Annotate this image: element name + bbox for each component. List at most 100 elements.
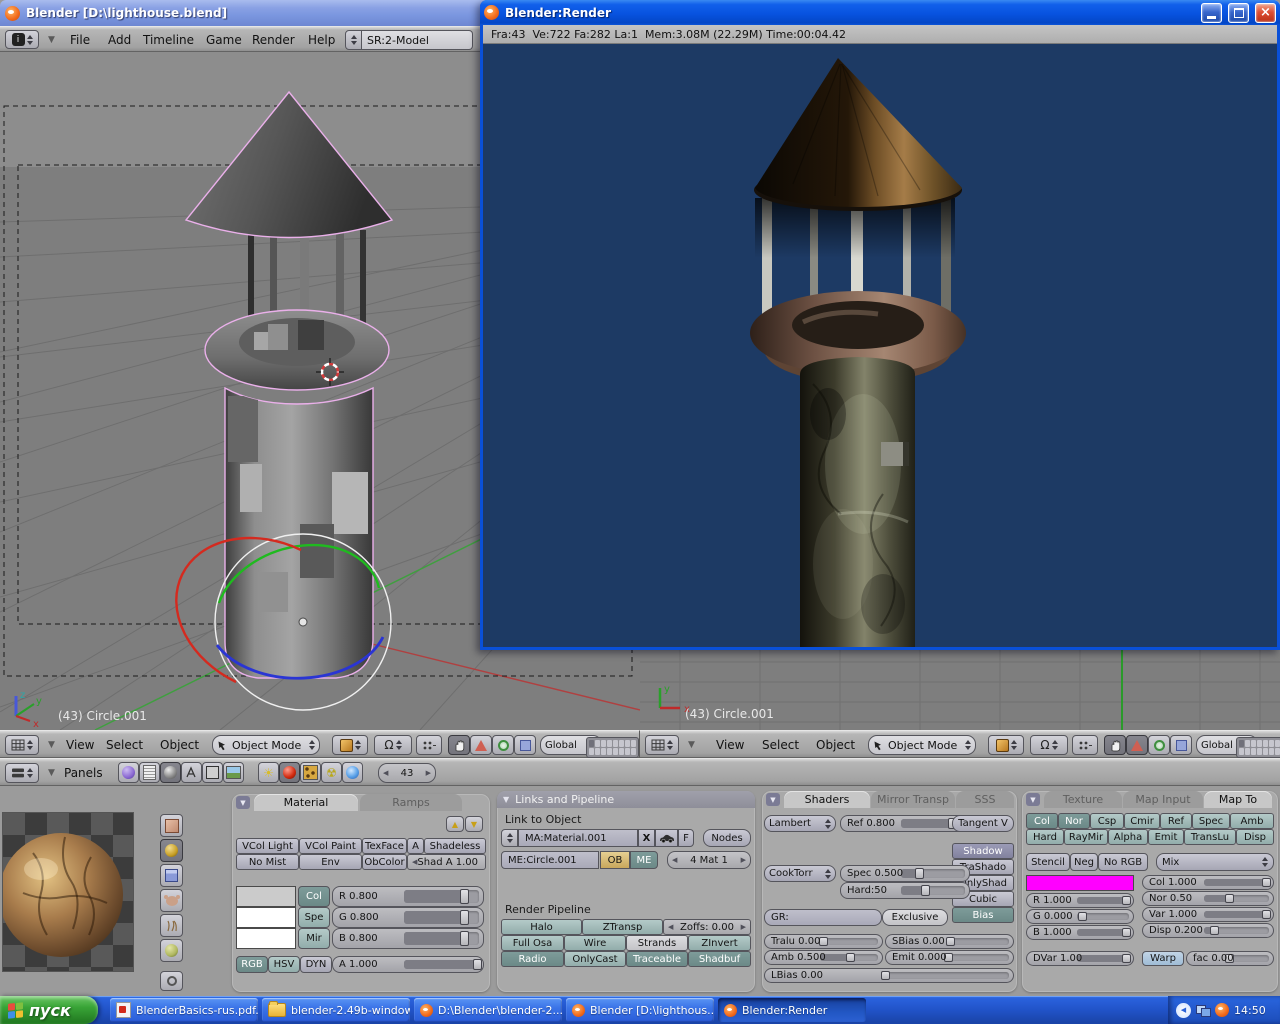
menu-render[interactable]: Render <box>252 33 295 47</box>
inc-icon[interactable]: ▶ <box>741 923 746 931</box>
header-collapse-icon[interactable]: ▼ <box>48 768 55 778</box>
layers-widget[interactable] <box>586 737 639 758</box>
slider-track[interactable] <box>901 886 965 895</box>
panel-collapse-icon[interactable]: ▼ <box>236 796 250 809</box>
map-ref-button[interactable]: Ref <box>1160 813 1192 829</box>
slider-track[interactable] <box>1077 897 1129 904</box>
editor-type-button[interactable] <box>645 735 679 755</box>
dyn-button[interactable]: DYN <box>300 956 332 973</box>
map-spec-button[interactable]: Spec <box>1192 813 1230 829</box>
preview-flat-button[interactable] <box>160 814 183 837</box>
viewport-3d-right[interactable]: y x (43) Circle.001 <box>640 650 1280 730</box>
draw-mode-button[interactable] <box>332 735 368 755</box>
slider-r[interactable]: R 0.800 <box>332 886 484 907</box>
texture-color-swatch[interactable] <box>1026 875 1134 891</box>
me-button[interactable]: ME <box>630 851 658 869</box>
tab-mirror-transp[interactable]: Mirror Transp <box>871 791 955 808</box>
slider-track[interactable] <box>901 869 965 878</box>
strands-button[interactable]: Strands <box>626 935 688 951</box>
mode-dropdown[interactable]: Object Mode <box>212 735 320 755</box>
preview-monkey-button[interactable] <box>160 889 183 912</box>
sub-world-button[interactable] <box>342 762 363 783</box>
context-editing-button[interactable] <box>202 762 223 783</box>
network-icon[interactable] <box>1196 1005 1210 1016</box>
layers-widget[interactable] <box>1236 737 1280 758</box>
preview-osa-button[interactable] <box>160 971 183 991</box>
panel-collapse-icon[interactable]: ▼ <box>503 795 509 804</box>
start-button[interactable]: пуск <box>0 996 98 1024</box>
tab-texture[interactable]: Texture <box>1044 791 1122 808</box>
sub-material-button[interactable] <box>279 762 300 783</box>
menu-timeline[interactable]: Timeline <box>143 33 194 47</box>
map-nor-slider[interactable]: Nor 0.50 <box>1142 891 1274 906</box>
map-col-slider[interactable]: Col 1.000 <box>1142 875 1274 890</box>
slider-track[interactable] <box>946 938 1009 945</box>
map-cmir-button[interactable]: Cmir <box>1124 813 1160 829</box>
screen-browse-icon[interactable] <box>345 30 362 50</box>
color-swatch-mir[interactable] <box>236 928 296 949</box>
slider-track[interactable] <box>404 932 480 945</box>
map-hard-button[interactable]: Hard <box>1026 829 1064 845</box>
editor-type-button[interactable] <box>5 735 39 755</box>
slider-track[interactable] <box>946 954 1009 961</box>
tab-map-to[interactable]: Map To <box>1204 791 1272 808</box>
panels-menu[interactable]: Panels <box>64 766 103 780</box>
header-collapse-icon[interactable]: ▼ <box>48 740 55 750</box>
slider-track[interactable] <box>1077 955 1129 962</box>
bias-button[interactable]: Bias <box>952 907 1014 923</box>
menu-add[interactable]: Add <box>108 33 131 47</box>
onlycast-button[interactable]: OnlyCast <box>564 951 626 967</box>
lbias-slider[interactable]: LBias 0.00 <box>764 968 1014 983</box>
restore-button[interactable] <box>1228 3 1249 23</box>
tab-sss[interactable]: SSS <box>956 791 1014 808</box>
unlink-material-button[interactable]: X <box>638 829 655 847</box>
map-amb-button[interactable]: Amb <box>1230 813 1274 829</box>
slider-track[interactable] <box>1204 879 1269 886</box>
spe-button[interactable]: Spe <box>298 907 330 928</box>
sbias-slider[interactable]: SBias 0.00 <box>885 934 1014 949</box>
slider-track[interactable] <box>820 938 878 945</box>
vp-menu-select[interactable]: Select <box>106 738 143 752</box>
hide-icons-button[interactable]: ◀ <box>1176 1003 1191 1018</box>
texface-button[interactable]: TexFace <box>362 838 407 854</box>
panel-collapse-icon[interactable]: ▼ <box>766 793 780 806</box>
mode-dropdown[interactable]: Object Mode <box>868 735 976 755</box>
links-panel-header[interactable]: ▼ Links and Pipeline <box>497 791 755 808</box>
ob-button[interactable]: OB <box>600 851 630 869</box>
obcolor-button[interactable]: ObColor <box>362 854 407 870</box>
manipulator-hand-button[interactable] <box>448 735 470 755</box>
panel-collapse-icon[interactable]: ▼ <box>1026 793 1040 806</box>
tray-blender-icon[interactable] <box>1215 1003 1229 1017</box>
amb-slider[interactable]: Amb 0.500 <box>764 950 883 965</box>
vp-menu-object[interactable]: Object <box>160 738 199 752</box>
tab-material[interactable]: Material <box>254 794 358 811</box>
dvar-slider[interactable]: DVar 1.00 <box>1026 951 1134 966</box>
map-alpha-button[interactable]: Alpha <box>1108 829 1148 845</box>
color-swatch-spe[interactable] <box>236 907 296 928</box>
no-mist-button[interactable]: No Mist <box>236 854 299 870</box>
neg-button[interactable]: Neg <box>1070 853 1098 871</box>
preview-hair-button[interactable] <box>160 914 183 937</box>
manipulator-hand-button[interactable] <box>1104 735 1126 755</box>
mesh-name-field[interactable]: ME:Circle.001 <box>501 851 599 869</box>
task-blender-render[interactable]: Blender:Render <box>718 998 866 1022</box>
manipulator-translate-button[interactable] <box>470 735 492 755</box>
ztransp-button[interactable]: ZTransp <box>582 919 663 935</box>
manipulator-rotate-button[interactable] <box>1148 735 1170 755</box>
vp-menu-select[interactable]: Select <box>762 738 799 752</box>
vp-menu-view[interactable]: View <box>716 738 744 752</box>
env-button[interactable]: Env <box>299 854 362 870</box>
tab-shaders[interactable]: Shaders <box>784 791 870 808</box>
pivot-button[interactable]: Ω <box>1030 735 1068 755</box>
slider-g[interactable]: G 0.800 <box>332 907 484 928</box>
context-logic-button[interactable] <box>118 762 139 783</box>
map-col-button[interactable]: Col <box>1026 813 1058 829</box>
map-emit-button[interactable]: Emit <box>1148 829 1184 845</box>
preview-sky-button[interactable] <box>160 939 183 962</box>
traceable-button[interactable]: Traceable <box>626 951 688 967</box>
task-pdf[interactable]: BlenderBasics-rus.pdf... <box>110 998 258 1022</box>
snap-dots-button[interactable] <box>416 735 442 755</box>
shadeless-button[interactable]: Shadeless <box>424 838 486 854</box>
spec-shader-dropdown[interactable]: CookTorr <box>764 865 836 882</box>
map-raymir-button[interactable]: RayMir <box>1064 829 1108 845</box>
